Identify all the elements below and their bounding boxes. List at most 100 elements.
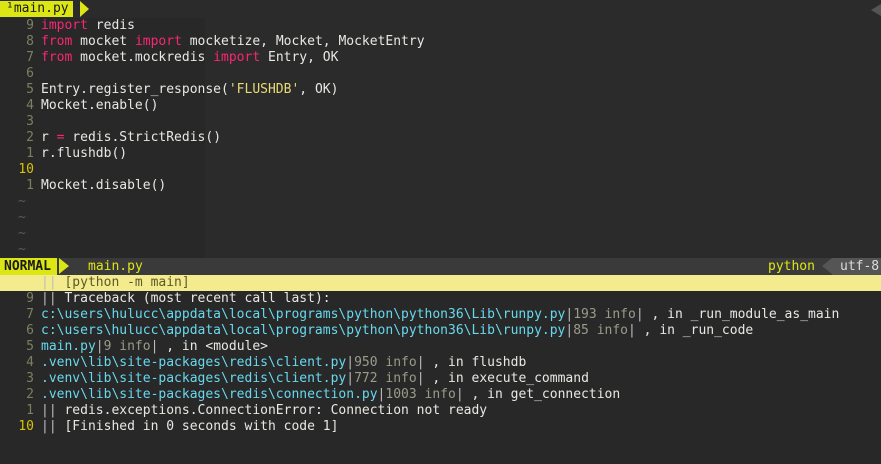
quickfix-text: .venv\lib\site-packages\redis\client.py|… (41, 355, 526, 371)
quickfix-entry[interactable]: 10 || [Finished in 0 seconds with code 1] (0, 419, 881, 435)
code-token: from (41, 34, 73, 49)
code-line[interactable]: 1 Mocket.disable() (0, 178, 881, 194)
tabline: ¹main.py (0, 0, 881, 18)
code-line[interactable]: 8 from mocket import mocketize, Mocket, M… (0, 34, 881, 50)
quickfix-entry[interactable]: 4 .venv\lib\site-packages\redis\client.py… (0, 355, 881, 371)
code-line[interactable]: 1 r.flushdb() (0, 146, 881, 162)
encoding-arrow-icon (822, 258, 832, 274)
code-token: , in get_connection (463, 387, 621, 402)
code-line[interactable]: 10 (0, 162, 881, 178)
code-token: | (455, 387, 464, 402)
code-text: from mocket.mockredis import Entry, OK (41, 50, 338, 66)
code-line[interactable]: 5 Entry.register_response('FLUSHDB', OK) (0, 82, 881, 98)
quickfix-entry[interactable]: || [python -m main] (0, 275, 881, 291)
tilde-marker: ~ (18, 226, 26, 241)
code-token: , OK) (299, 82, 339, 97)
line-number: 1 (26, 403, 34, 418)
quickfix-entry[interactable]: 7 c:\users\hulucc\appdata\local\programs\… (0, 307, 881, 323)
code-line[interactable]: 9 import redis (0, 18, 881, 34)
vim-window[interactable]: ¹main.py 9 import redis 8 from mocket impor… (0, 0, 881, 464)
tab-label: main.py (13, 1, 69, 16)
code-token: r (41, 130, 57, 145)
code-line[interactable]: 4 Mocket.enable() (0, 98, 881, 114)
quickfix-entry[interactable]: 6 c:\users\hulucc\appdata\local\programs\… (0, 323, 881, 339)
code-token: | (346, 355, 355, 370)
line-number: 6 (26, 66, 34, 81)
code-token: .venv\lib\site-packages\redis\client.py (41, 355, 347, 370)
code-line[interactable]: 7 from mocket.mockredis import Entry, OK (0, 50, 881, 66)
status-filetype: python (768, 259, 815, 274)
code-token: redis (87, 18, 135, 33)
tab-main-py[interactable]: ¹main.py (0, 1, 73, 17)
code-token: || (41, 403, 65, 418)
quickfix-entry[interactable]: 9 || Traceback (most recent call last): (0, 291, 881, 307)
quickfix-text: .venv\lib\site-packages\redis\client.py|… (41, 371, 589, 387)
line-number: 1 (26, 146, 34, 161)
tilde-marker: ~ (18, 194, 26, 209)
code-token: Entry.register_response( (41, 82, 229, 97)
quickfix-text: main.py|9 info| , in <module> (41, 339, 268, 355)
quickfix-entry[interactable]: 2 .venv\lib\site-packages\redis\connectio… (0, 387, 881, 403)
code-token: redis.StrictRedis() (64, 130, 222, 145)
line-number: 3 (26, 114, 34, 129)
quickfix-entry[interactable]: 5 main.py|9 info| , in <module> (0, 339, 881, 355)
code-token: main.py (41, 339, 96, 354)
code-token: Traceback (most recent call last): (64, 291, 331, 306)
empty-buffer-line: ~ (0, 242, 881, 258)
mode-arrow-icon (59, 258, 69, 274)
code-token: c:\users\hulucc\appdata\local\programs\p… (41, 323, 566, 338)
code-token: import (213, 50, 261, 65)
code-token: | (346, 371, 355, 386)
code-token: 772 info (354, 371, 417, 386)
code-token: || (41, 291, 65, 306)
editor-pane[interactable]: 9 import redis 8 from mocket import mocketi… (0, 18, 881, 258)
line-number: 9 (26, 18, 34, 33)
code-text: Entry.register_response('FLUSHDB', OK) (41, 82, 338, 98)
tilde-marker: ~ (18, 242, 26, 257)
code-token: mocket.mockredis (72, 50, 214, 65)
line-number: 1 (26, 178, 34, 193)
code-line[interactable]: 2 r = redis.StrictRedis() (0, 130, 881, 146)
code-line[interactable]: 6 (0, 66, 881, 82)
code-line[interactable]: 3 (0, 114, 881, 130)
code-token: | (635, 307, 644, 322)
code-token: 85 info (573, 323, 629, 338)
code-token: | (416, 371, 425, 386)
line-number: 4 (26, 355, 34, 370)
line-number: 8 (26, 34, 34, 49)
quickfix-pane[interactable]: || [python -m main] 9 || Traceback (most r… (0, 275, 881, 435)
line-number: 10 (18, 162, 34, 177)
code-token: [Finished in 0 seconds with code 1] (64, 419, 339, 434)
quickfix-text: || [python -m main] (41, 275, 190, 291)
code-token: mocket (72, 34, 135, 49)
code-token: .venv\lib\site-packages\redis\connection… (41, 387, 378, 402)
line-number: 5 (26, 82, 34, 97)
code-token: redis.exceptions.ConnectionError: Connec… (64, 403, 488, 418)
quickfix-entry[interactable]: 1 || redis.exceptions.ConnectionError: Co… (0, 403, 881, 419)
code-token: , in flushdb (424, 355, 527, 370)
tilde-marker: ~ (18, 210, 26, 225)
code-token: 'FLUSHDB' (228, 82, 300, 97)
code-token: | (95, 339, 104, 354)
tab-arrow-icon (80, 1, 89, 17)
code-token: Mocket.disable() (41, 178, 167, 193)
quickfix-entry[interactable]: 3 .venv\lib\site-packages\redis\client.py… (0, 371, 881, 387)
code-token: 193 info (573, 307, 636, 322)
code-token: , in _run_code (635, 323, 754, 338)
mode-indicator: NORMAL (0, 258, 57, 275)
line-number: 10 (18, 419, 34, 434)
status-filename: main.py (88, 259, 143, 274)
quickfix-text: .venv\lib\site-packages\redis\connection… (41, 387, 620, 403)
line-number: 6 (26, 323, 34, 338)
code-token: r.flushdb() (41, 146, 128, 161)
code-token: import (41, 18, 88, 33)
code-token: Mocket.enable() (41, 98, 159, 113)
empty-buffer-line: ~ (0, 226, 881, 242)
code-token: , in execute_command (424, 371, 589, 386)
empty-buffer-line: ~ (0, 210, 881, 226)
quickfix-text: || Traceback (most recent call last): (41, 291, 331, 307)
code-token: | (628, 323, 636, 338)
code-token: | (416, 355, 425, 370)
status-encoding: utf-8 (832, 258, 881, 275)
line-number: 3 (26, 371, 34, 386)
